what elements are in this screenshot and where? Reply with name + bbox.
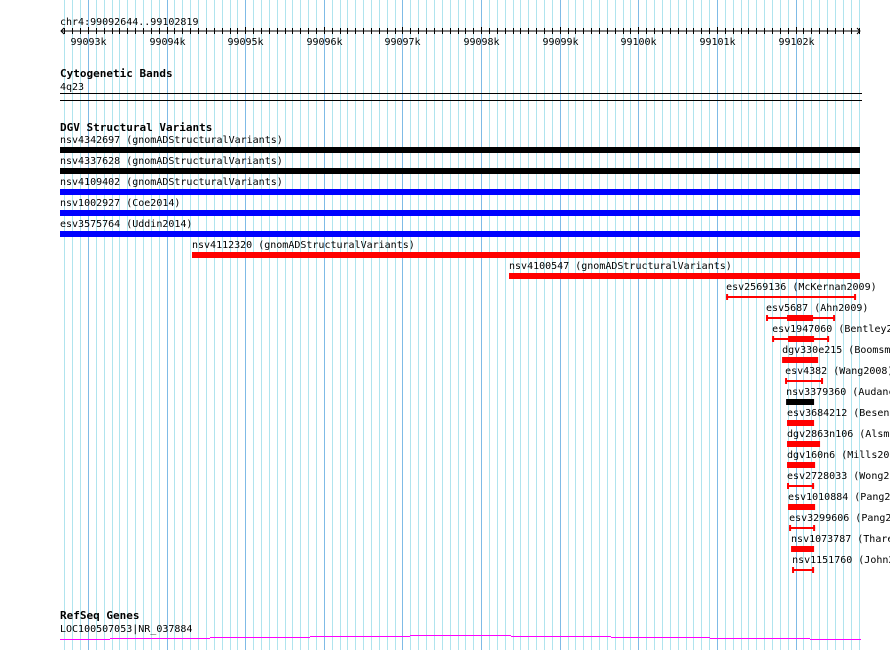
variant-label: nsv4112320 (gnomADStructuralVariants) [192,240,415,251]
variant-bar[interactable] [788,504,816,510]
ruler-tick-label: 99100k [620,37,656,48]
variant-line[interactable] [785,380,824,382]
variant-line[interactable] [787,485,815,487]
dgv-variant-item[interactable]: nsv4342697 (gnomADStructuralVariants) [60,135,860,153]
dgv-variant-item[interactable]: esv1010884 (Pang2 [788,492,890,510]
dgv-variant-item[interactable]: esv2728033 (Wong20 [787,471,890,489]
dgv-variant-item[interactable]: esv3299606 (Pang2 [789,513,890,531]
track-title-dgv: DGV Structural Variants [60,121,212,134]
dgv-variant-item[interactable]: esv1947060 (Bentley2 [772,324,890,342]
variant-inner-bar [788,336,815,342]
base-position-ruler[interactable]: chr4:99092644..99102819 99093k 99094k 9909… [60,17,861,48]
ruler-tick-label: 99096k [306,37,342,48]
dgv-variant-item[interactable]: esv2569136 (McKernan2009) [726,282,877,300]
variant-label: dgv2863n106 (Alsma [787,429,890,440]
variant-start-cap [789,525,792,531]
variant-start-cap [772,336,775,342]
dgv-variant-item[interactable]: esv3575764 (Uddin2014) [60,219,860,237]
dgv-variant-item[interactable]: nsv1151760 (John2 [792,555,890,573]
variant-label: nsv4342697 (gnomADStructuralVariants) [60,135,283,146]
ruler-ticks: 99093k 99094k 99095k 99096k 99097k 99098k 9909… [64,27,860,48]
variant-label: nsv1151760 (John2 [792,555,890,566]
variant-label: esv1010884 (Pang2 [788,492,890,503]
variant-start-cap [792,567,795,573]
variant-start-cap [787,483,790,489]
variant-label: esv2728033 (Wong20 [787,471,890,482]
variant-label: esv2569136 (McKernan2009) [726,282,877,293]
variant-end-cap [812,567,815,573]
variant-bar[interactable] [509,273,860,279]
variant-bar[interactable] [60,168,860,174]
cytoband-label: 4q23 [60,82,84,93]
variant-end-cap [813,525,816,531]
variant-label: nsv4337628 (gnomADStructuralVariants) [60,156,283,167]
variant-label: dgv160n6 (Mills200 [787,450,890,461]
variant-inner-bar [787,315,814,321]
variant-line[interactable] [726,296,857,298]
variant-line[interactable] [789,527,816,529]
ruler-tick-label: 99097k [384,37,420,48]
variant-label: esv1947060 (Bentley2 [772,324,890,335]
variant-bar[interactable] [192,252,860,258]
variant-bar[interactable] [791,546,815,552]
variant-label: esv3575764 (Uddin2014) [60,219,192,230]
dgv-variant-item[interactable]: esv5687 (Ahn2009) [766,303,868,321]
dgv-structural-variants-track[interactable]: DGV Structural Variants nsv4342697 (gnom… [60,121,890,573]
variant-end-cap [833,315,836,321]
ruler-tick-label: 99095k [227,37,263,48]
variant-bar[interactable] [60,210,860,216]
refseq-gene-label: LOC100507053|NR_037884 [60,624,192,635]
variant-line[interactable] [792,569,815,571]
variant-bar[interactable] [787,420,815,426]
ruler-tick-label: 99099k [542,37,578,48]
variant-start-cap [785,378,788,384]
variant-label: nsv4109402 (gnomADStructuralVariants) [60,177,283,188]
variant-label: esv4382 (Wang2008) [785,366,890,377]
dgv-variant-item[interactable]: nsv4100547 (gnomADStructuralVariants) [509,261,860,279]
dgv-variant-item[interactable]: nsv4109402 (gnomADStructuralVariants) [60,177,860,195]
ruler-tick-label: 99101k [699,37,735,48]
variant-bar[interactable] [782,357,819,363]
variant-label: nsv4100547 (gnomADStructuralVariants) [509,261,732,272]
ruler-tick-label: 99093k [70,37,106,48]
dgv-variant-item[interactable]: esv4382 (Wang2008) [785,366,890,384]
grid-lines [64,0,860,650]
dgv-variant-item[interactable]: nsv3379360 (Audanc [786,387,890,405]
variant-end-cap [812,483,815,489]
variant-start-cap [726,294,729,300]
genome-browser-image[interactable]: chr4:99092644..99102819 99093k 99094k 9909… [0,0,890,650]
dgv-variant-item[interactable]: nsv1073787 (Thare [791,534,890,552]
variant-start-cap [766,315,769,321]
variant-label: nsv1002927 (Coe2014) [60,198,180,209]
variant-label: esv3684212 (Besenb [787,408,890,419]
dgv-variant-item[interactable]: dgv160n6 (Mills200 [787,450,890,468]
variant-end-cap [821,378,824,384]
variant-label: esv3299606 (Pang2 [789,513,890,524]
variant-label: dgv330e215 (Boomsm [782,345,890,356]
variant-label: esv5687 (Ahn2009) [766,303,868,314]
position-label: chr4:99092644..99102819 [60,17,198,28]
refseq-genes-track[interactable]: RefSeq Genes LOC100507053|NR_037884 [60,609,861,640]
dgv-variant-item[interactable]: dgv330e215 (Boomsm [782,345,890,363]
track-title-cytobands: Cytogenetic Bands [60,67,173,80]
ruler-tick-label: 99098k [463,37,499,48]
variant-bar[interactable] [787,462,816,468]
variant-end-cap [827,336,830,342]
track-title-refseq: RefSeq Genes [60,609,139,622]
variant-bar[interactable] [60,147,860,153]
variant-label: nsv1073787 (Thare [791,534,890,545]
dgv-variant-item[interactable]: nsv4337628 (gnomADStructuralVariants) [60,156,860,174]
ruler-tick-label: 99102k [778,37,814,48]
variant-bar[interactable] [60,189,860,195]
variant-bar[interactable] [786,399,815,405]
ruler-tick-label: 99094k [149,37,185,48]
variant-bar[interactable] [787,441,821,447]
dgv-variant-item[interactable]: nsv4112320 (gnomADStructuralVariants) [192,240,860,258]
dgv-variant-item[interactable]: esv3684212 (Besenb [787,408,890,426]
dgv-variant-item[interactable]: nsv1002927 (Coe2014) [60,198,860,216]
variant-end-cap [854,294,857,300]
dgv-variant-item[interactable]: dgv2863n106 (Alsma [787,429,890,447]
variant-bar[interactable] [60,231,860,237]
variant-label: nsv3379360 (Audanc [786,387,890,398]
